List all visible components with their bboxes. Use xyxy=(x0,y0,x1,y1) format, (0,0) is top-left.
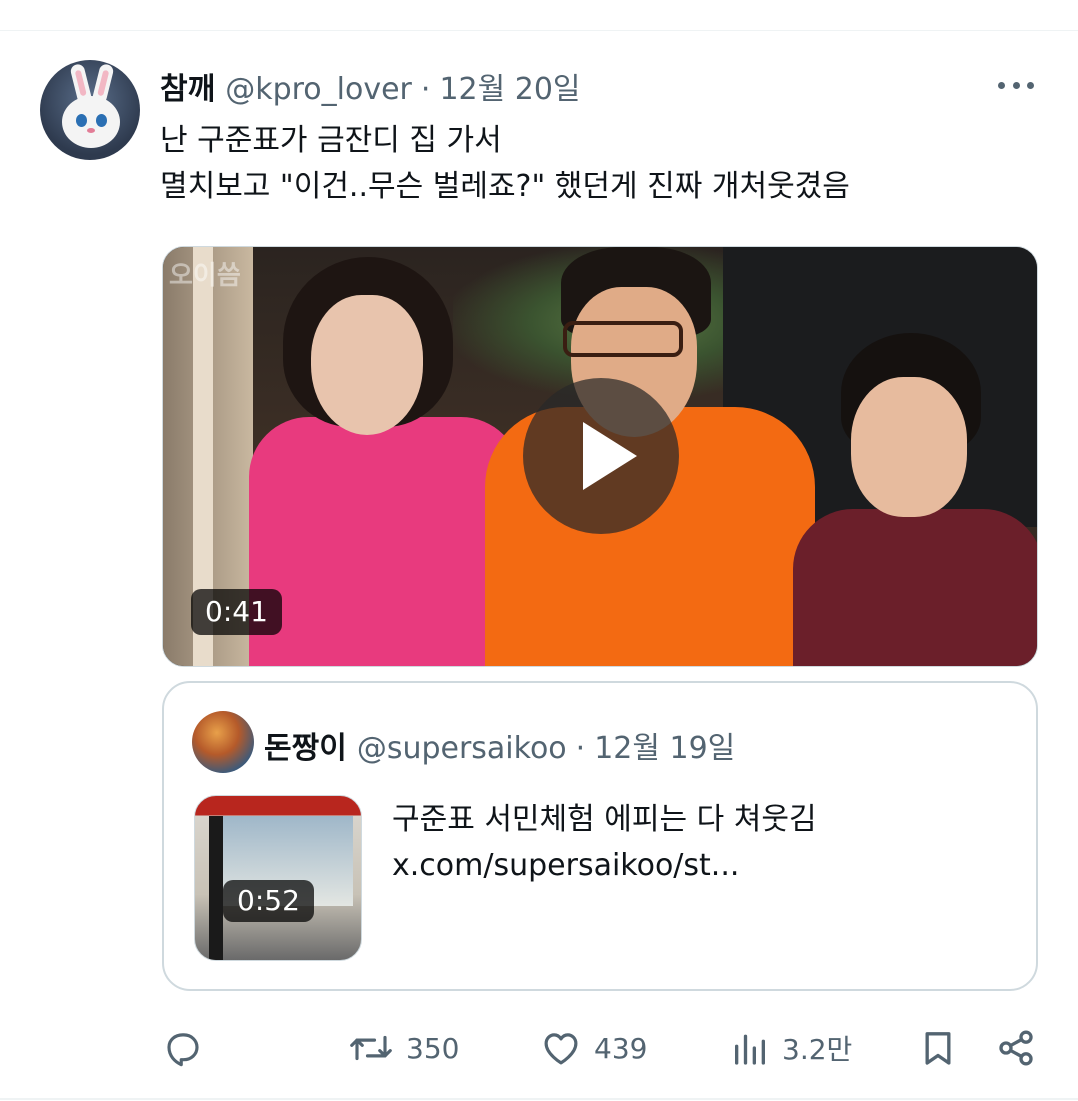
heart-icon xyxy=(540,1027,582,1069)
video-watermark: 오이씀 xyxy=(169,261,241,291)
quoted-date[interactable]: 12월 19일 xyxy=(594,723,735,767)
quoted-tweet-header: 돈짱이 @supersaikoo · 12월 19일 xyxy=(264,723,735,767)
quoted-video-thumbnail[interactable]: 0:52 xyxy=(194,795,362,961)
quoted-separator: · xyxy=(575,731,586,766)
video-player[interactable]: 오이씀 0:41 xyxy=(162,246,1038,667)
retweet-icon xyxy=(348,1027,394,1069)
rabbit-eye-right xyxy=(96,114,107,127)
like-button[interactable]: 439 xyxy=(540,1020,647,1076)
author-handle[interactable]: @kpro_lover xyxy=(225,72,412,107)
video-duration-badge: 0:41 xyxy=(191,589,282,635)
quoted-tweet-text: 구준표 서민체험 에피는 다 쳐웃김 x.com/supersaikoo/st.… xyxy=(392,797,817,889)
quoted-handle[interactable]: @supersaikoo xyxy=(357,731,567,766)
top-divider xyxy=(0,30,1078,31)
tweet-date[interactable]: 12월 20일 xyxy=(439,64,580,108)
thumbnail-pole xyxy=(209,816,223,960)
views-button[interactable]: 3.2만 xyxy=(730,1020,852,1076)
views-count: 3.2만 xyxy=(782,1033,853,1066)
tweet-text: 난 구준표가 금잔디 집 가서 멸치보고 "이건..무슨 벌레죠?" 했던게 진… xyxy=(160,118,850,210)
bookmark-icon xyxy=(918,1027,958,1069)
rabbit-face xyxy=(62,96,120,148)
more-dot xyxy=(998,81,1005,89)
more-dot xyxy=(1027,81,1034,89)
quoted-author-avatar[interactable] xyxy=(192,711,254,773)
author-display-name[interactable]: 참깨 xyxy=(160,64,215,108)
share-button[interactable] xyxy=(996,1020,1036,1076)
person-boy-sweater xyxy=(793,509,1037,666)
reply-button[interactable] xyxy=(162,1020,204,1076)
person-man-glasses xyxy=(563,321,683,357)
header-separator: · xyxy=(420,72,431,107)
quoted-display-name[interactable]: 돈짱이 xyxy=(264,723,347,767)
bookmark-button[interactable] xyxy=(918,1020,958,1076)
quoted-text-line: 구준표 서민체험 에피는 다 쳐웃김 xyxy=(392,802,817,837)
retweet-count: 350 xyxy=(406,1031,460,1065)
reply-icon xyxy=(162,1027,204,1069)
tweet-text-line: 멸치보고 "이건..무슨 벌레죠?" 했던게 진짜 개처웃겼음 xyxy=(160,169,850,204)
action-bar: 350 439 3.2만 xyxy=(0,1020,1078,1076)
share-icon xyxy=(996,1027,1036,1069)
person-woman-sweater xyxy=(249,417,521,666)
retweet-button[interactable]: 350 xyxy=(348,1020,459,1076)
play-button-icon[interactable] xyxy=(523,378,679,534)
views-chart-icon xyxy=(730,1027,770,1069)
person-boy-face xyxy=(851,377,967,517)
quoted-video-duration-badge: 0:52 xyxy=(223,880,314,922)
author-avatar[interactable] xyxy=(40,60,140,160)
quoted-link[interactable]: x.com/supersaikoo/st... xyxy=(392,843,817,889)
rabbit-nose xyxy=(87,128,95,133)
rabbit-eye-left xyxy=(76,114,87,127)
person-woman-face xyxy=(311,295,423,435)
tweet-text-line: 난 구준표가 금잔디 집 가서 xyxy=(160,123,502,158)
quoted-tweet-card[interactable]: 돈짱이 @supersaikoo · 12월 19일 0:52 구준표 서민체험… xyxy=(162,681,1038,991)
more-dot xyxy=(1012,81,1020,89)
more-icon[interactable] xyxy=(998,80,1034,90)
tweet-header: 참깨 @kpro_lover · 12월 20일 xyxy=(160,64,581,107)
bottom-divider xyxy=(0,1098,1078,1100)
like-count: 439 xyxy=(594,1031,648,1065)
